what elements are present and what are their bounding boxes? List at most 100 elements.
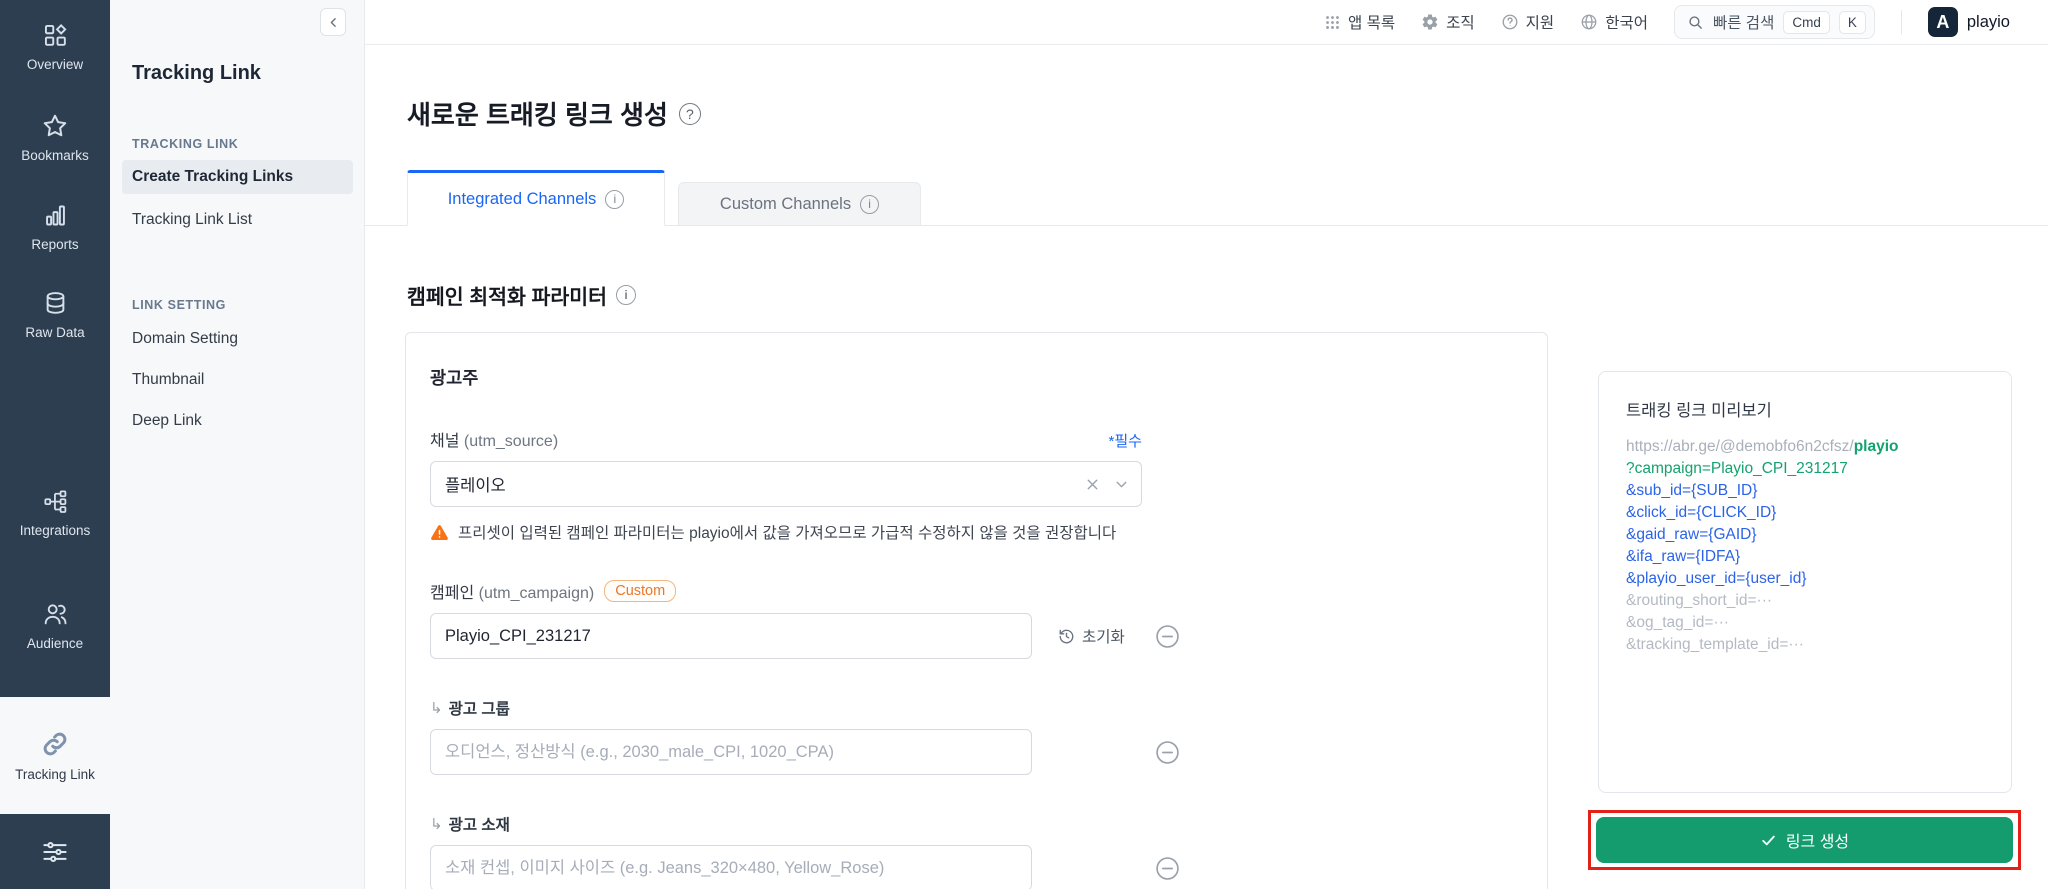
custom-badge: Custom xyxy=(604,580,677,602)
support-label: 지원 xyxy=(1525,15,1555,32)
annotation-highlight: 링크 생성 xyxy=(1588,810,2021,870)
sliders-icon xyxy=(40,837,70,867)
section-title-text: 캠페인 최적화 파라미터 xyxy=(407,286,607,309)
ad-group-input[interactable] xyxy=(430,729,1032,775)
remove-ad-group-icon[interactable] xyxy=(1155,740,1180,765)
sidebar-item-label: Bookmarks xyxy=(21,148,89,163)
tab-integrated-channels[interactable]: Integrated Channels i xyxy=(407,170,665,226)
campaign-label-row: 캠페인 (utm_campaign) Custom xyxy=(430,579,1547,603)
sidebar-item-raw-data[interactable]: Raw Data xyxy=(0,290,110,340)
sidebar-item-overview[interactable]: Overview xyxy=(0,22,110,72)
sidebar-item-label: Tracking Link xyxy=(15,767,95,782)
brand-name: playio xyxy=(1966,12,2010,31)
check-icon xyxy=(1760,832,1777,849)
info-icon[interactable]: i xyxy=(605,189,625,209)
reset-button[interactable]: 초기화 xyxy=(1058,625,1125,647)
sidebar-item-settings[interactable] xyxy=(0,814,110,889)
page-content: 새로운 트래킹 링크 생성 ? Integrated Channels i Cu… xyxy=(365,45,2048,889)
sidebar-item-integrations[interactable]: Integrations xyxy=(0,488,110,538)
people-icon xyxy=(41,600,69,628)
remove-campaign-icon[interactable] xyxy=(1155,624,1180,649)
sidebar-item-tracking-link[interactable]: Tracking Link xyxy=(0,697,110,814)
chevron-down-icon[interactable] xyxy=(1113,476,1130,493)
language-label: 한국어 xyxy=(1605,15,1648,32)
ad-group-label: ↳ 광고 그룹 xyxy=(430,700,510,718)
submenu-item-create-tracking-links[interactable]: Create Tracking Links xyxy=(122,160,353,194)
language-menu[interactable]: 한국어 xyxy=(1580,11,1648,33)
ad-creative-label: ↳ 광고 소재 xyxy=(430,816,510,834)
organization-menu[interactable]: 조직 xyxy=(1421,11,1475,33)
url-base: https://abr.ge/@demobfo6n2cfsz/ xyxy=(1626,438,1854,455)
sidebar-item-reports[interactable]: Reports xyxy=(0,202,110,252)
url-param: ?campaign=Playio_CPI_231217 xyxy=(1626,460,1848,477)
brand-logo: A xyxy=(1927,7,1958,37)
channel-select xyxy=(430,461,1142,507)
url-param: &playio_user_id={user_id} xyxy=(1626,570,1807,587)
kbd-k: K xyxy=(1838,10,1866,34)
sidebar-item-label: Reports xyxy=(31,237,79,252)
submenu-item-tracking-link-list[interactable]: Tracking Link List xyxy=(122,203,353,237)
hierarchy-icon xyxy=(42,488,69,515)
submenu-item-deep-link[interactable]: Deep Link xyxy=(122,404,353,438)
ad-creative-input[interactable] xyxy=(430,845,1032,889)
channel-label: 채널 (utm_source) xyxy=(430,433,559,450)
app-list-menu[interactable]: 앱 목록 xyxy=(1324,11,1395,33)
submenu-section-link-setting: LINK SETTING xyxy=(132,298,227,312)
sidebar-item-label: Raw Data xyxy=(25,325,85,340)
campaign-row: 초기화 xyxy=(430,613,1180,659)
sidebar-item-label: Integrations xyxy=(19,523,91,538)
clear-icon[interactable] xyxy=(1084,476,1101,493)
url-param: &og_tag_id=··· xyxy=(1626,614,1729,631)
submenu-item-domain-setting[interactable]: Domain Setting xyxy=(122,322,353,356)
sub-arrow-icon: ↳ xyxy=(430,816,443,833)
warning-text: 프리셋이 입력된 캠페인 파라미터는 playio에서 값을 가져오므로 가급적… xyxy=(458,525,1117,542)
link-icon xyxy=(40,729,70,759)
gear-icon xyxy=(1421,13,1439,31)
sidebar-item-label: Audience xyxy=(26,636,84,651)
url-param: &gaid_raw={GAID} xyxy=(1626,526,1757,543)
channel-tabs: Integrated Channels i Custom Channels i xyxy=(365,170,2048,226)
globe-icon xyxy=(1580,13,1598,31)
search-icon xyxy=(1687,14,1704,31)
account-menu[interactable]: A playio xyxy=(1927,7,2010,37)
info-icon[interactable]: i xyxy=(860,194,880,214)
app-list-label: 앱 목록 xyxy=(1348,15,1396,32)
question-circle-icon xyxy=(1501,13,1519,31)
topbar: 앱 목록 조직 지원 한국어 빠른 검색 Cmd K A playio xyxy=(365,0,2048,45)
submenu-item-thumbnail[interactable]: Thumbnail xyxy=(122,363,353,397)
kbd-cmd: Cmd xyxy=(1783,10,1830,34)
warning-triangle-icon xyxy=(430,523,449,542)
sidebar-item-bookmarks[interactable]: Bookmarks xyxy=(0,112,110,163)
required-label: *필수 xyxy=(1108,433,1142,450)
star-icon xyxy=(41,112,69,140)
help-icon[interactable]: ? xyxy=(678,102,701,125)
channel-input[interactable] xyxy=(430,461,1142,507)
quick-search-input[interactable]: 빠른 검색 Cmd K xyxy=(1673,5,1875,39)
sidebar-item-audience[interactable]: Audience xyxy=(0,600,110,651)
tab-custom-channels[interactable]: Custom Channels i xyxy=(678,182,921,225)
primary-sidebar: Overview Bookmarks Reports Raw Data Inte… xyxy=(0,0,110,889)
section-title: 캠페인 최적화 파라미터 i xyxy=(407,280,2048,310)
create-link-button[interactable]: 링크 생성 xyxy=(1596,817,2013,863)
sidebar-item-label: Overview xyxy=(26,57,84,72)
ad-group-row xyxy=(430,729,1180,775)
grid-dots-icon xyxy=(1324,14,1341,31)
submenu-title: Tracking Link xyxy=(132,62,261,84)
submenu-section-tracking-link: TRACKING LINK xyxy=(132,137,239,151)
info-icon[interactable]: i xyxy=(616,285,636,305)
url-param: &routing_short_id=··· xyxy=(1626,592,1773,609)
topbar-divider xyxy=(1900,10,1902,34)
history-icon xyxy=(1058,628,1075,645)
reset-label: 초기화 xyxy=(1082,629,1125,646)
support-menu[interactable]: 지원 xyxy=(1501,11,1555,33)
bar-chart-icon xyxy=(42,202,69,229)
url-param: &click_id={CLICK_ID} xyxy=(1626,504,1777,521)
overview-icon xyxy=(42,22,69,49)
tab-label: Custom Channels xyxy=(719,194,852,213)
collapse-sidebar-button[interactable] xyxy=(320,8,346,36)
page-title-text: 새로운 트래킹 링크 생성 xyxy=(407,100,668,130)
campaign-input[interactable] xyxy=(430,613,1032,659)
url-param: &sub_id={SUB_ID} xyxy=(1626,482,1758,499)
remove-ad-creative-icon[interactable] xyxy=(1155,856,1180,881)
advertiser-heading: 광고주 xyxy=(430,368,479,388)
